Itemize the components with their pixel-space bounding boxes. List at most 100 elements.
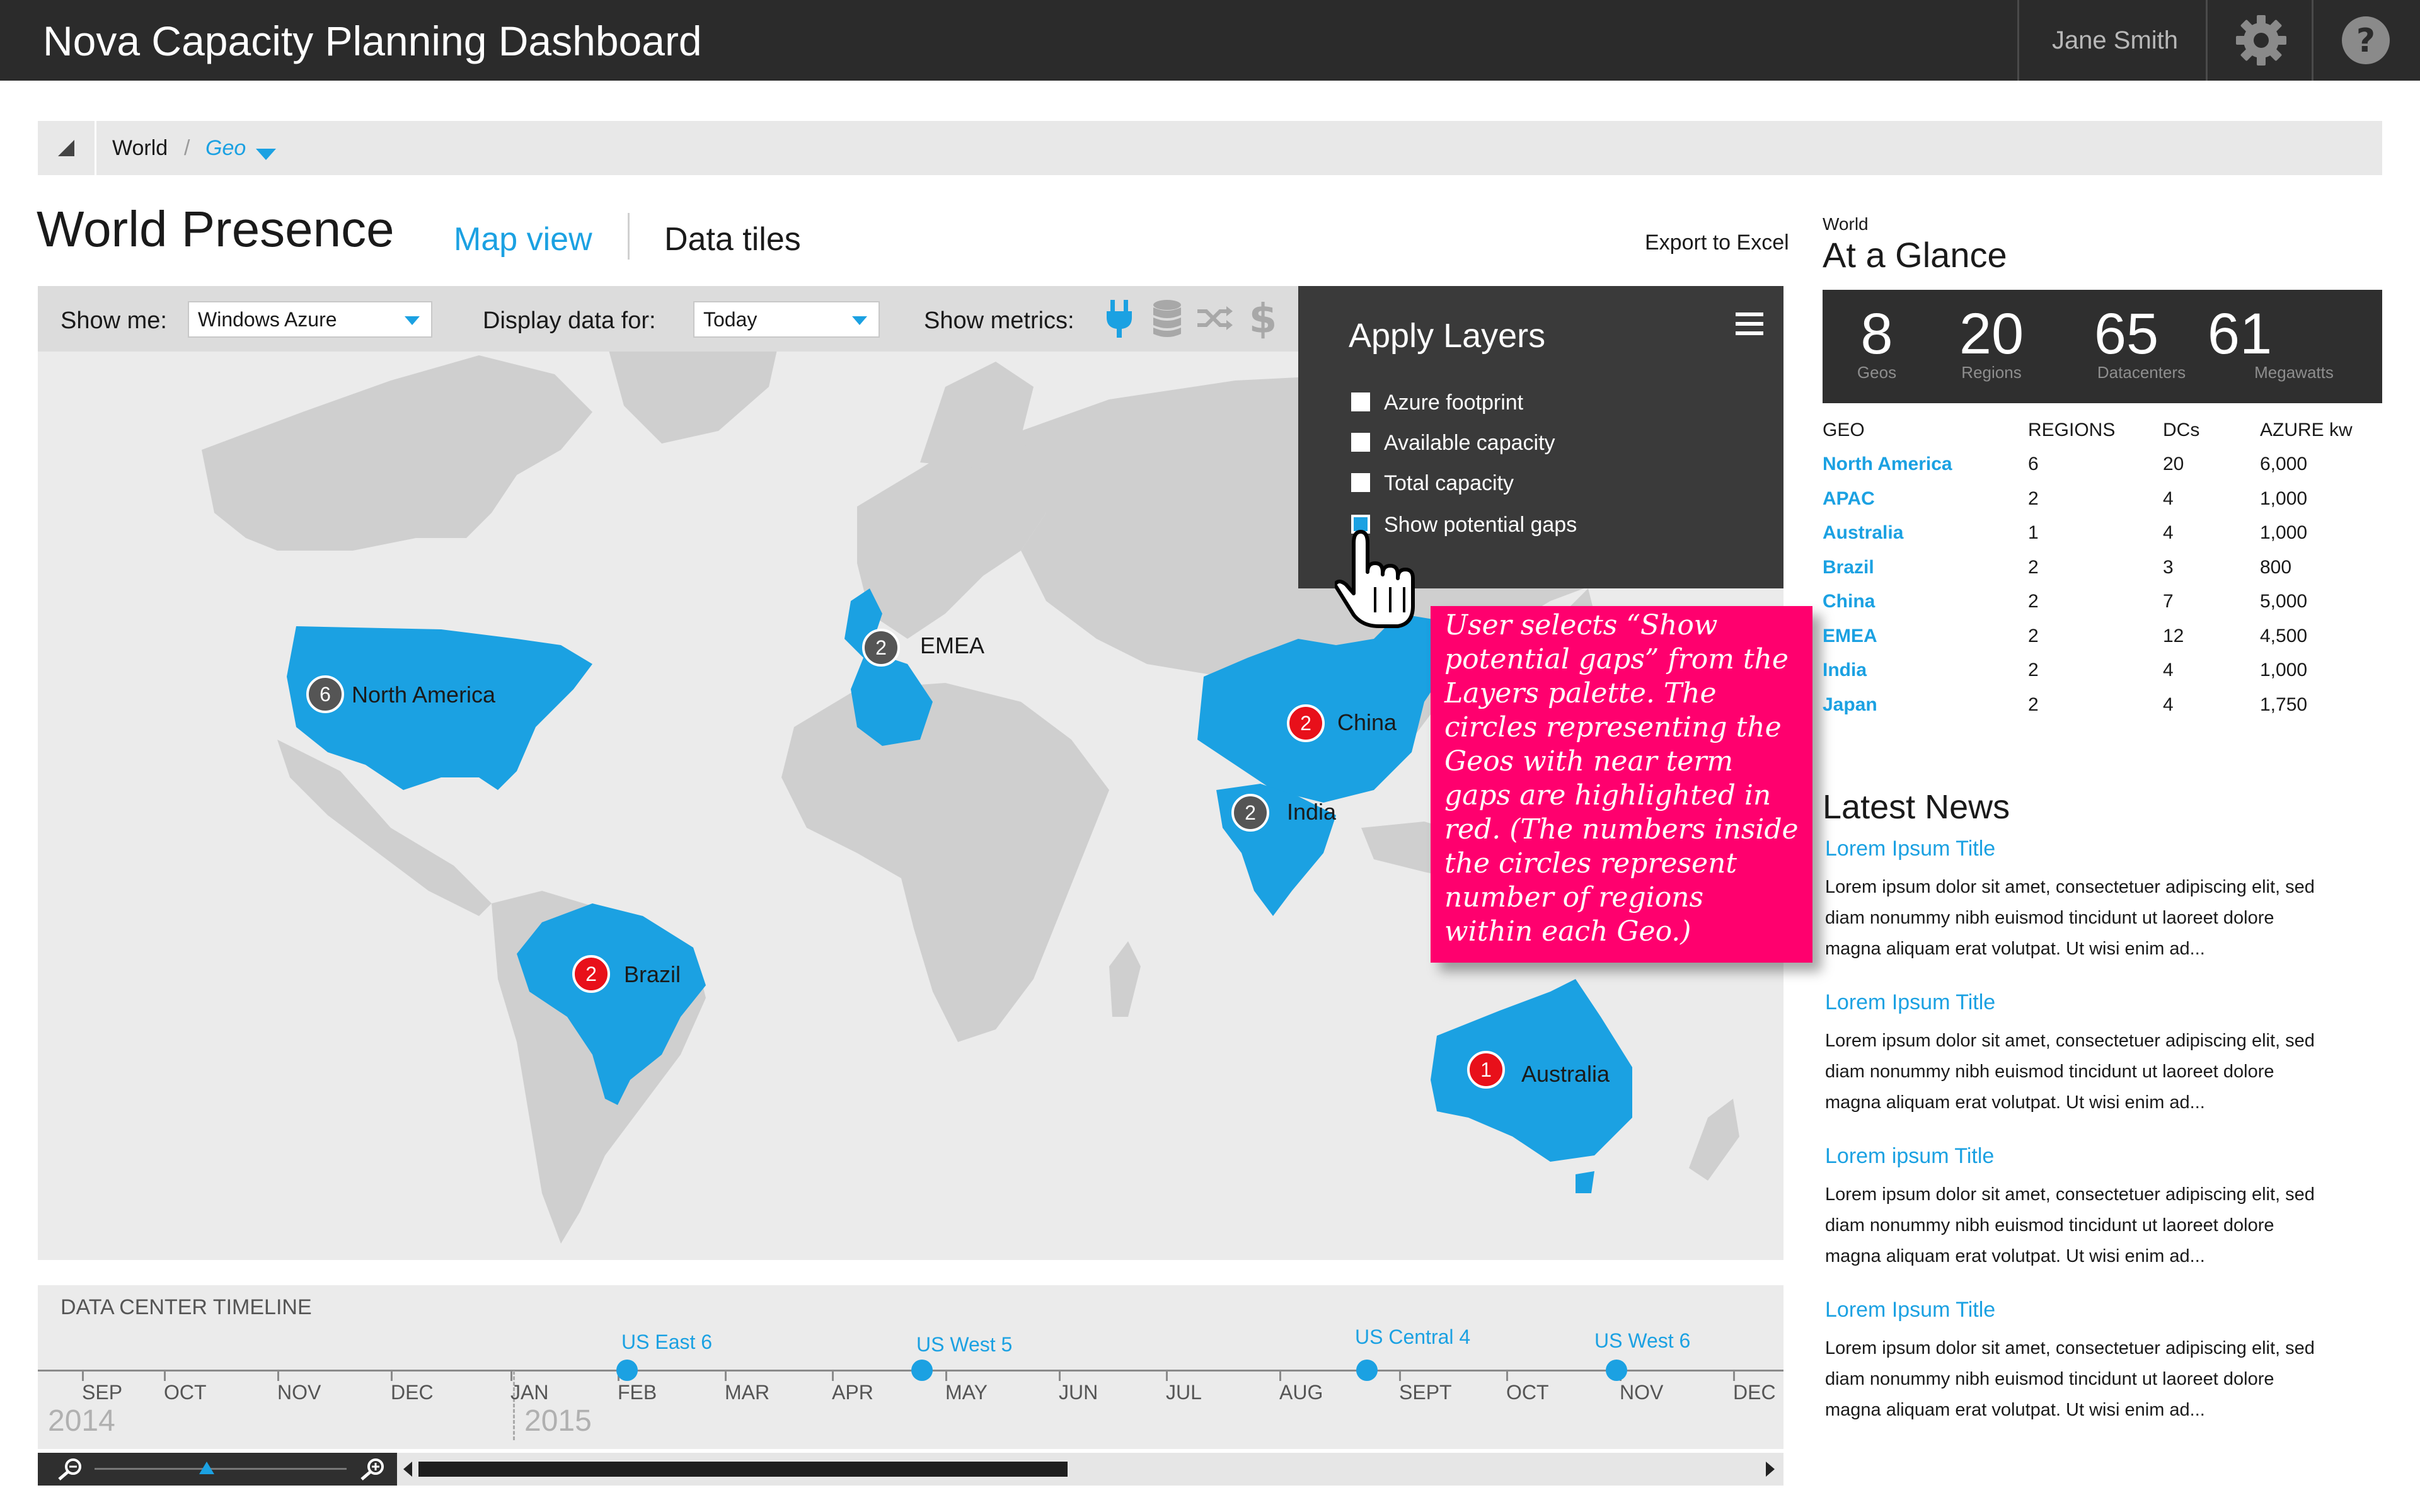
gear-icon[interactable] <box>2230 9 2293 72</box>
breadcrumb-geo[interactable]: Geo <box>205 136 246 161</box>
timeline-event-label[interactable]: US Central 4 <box>1355 1326 1470 1349</box>
table-cell: 5,000 <box>2260 591 2308 612</box>
geo-marker-north-america[interactable]: 6 <box>306 675 344 713</box>
app-title: Nova Capacity Planning Dashboard <box>43 18 702 64</box>
layers-title: Apply Layers <box>1349 317 1546 355</box>
table-geo-link[interactable]: India <box>1823 660 1867 681</box>
breadcrumb-world[interactable]: World <box>112 136 168 161</box>
table-cell: 6,000 <box>2260 454 2308 474</box>
show-me-select[interactable]: Windows Azure <box>188 301 432 338</box>
plug-icon[interactable] <box>1100 296 1138 340</box>
menu-icon[interactable] <box>1734 309 1765 339</box>
table-geo-link[interactable]: Japan <box>1823 694 1877 716</box>
table-geo-link[interactable]: Australia <box>1823 522 1903 544</box>
dollar-icon[interactable]: $ <box>1248 296 1286 343</box>
timeline-axis <box>38 1370 1783 1372</box>
chevron-down-icon[interactable] <box>256 149 276 160</box>
layer-available-capacity[interactable]: Available capacity <box>1351 428 1555 457</box>
table-cell: 2 <box>2028 488 2039 509</box>
scrollbar-thumb[interactable] <box>418 1462 1068 1477</box>
layer-label: Azure footprint <box>1384 391 1524 415</box>
tab-data-tiles[interactable]: Data tiles <box>664 220 801 258</box>
layer-azure-footprint[interactable]: Azure footprint <box>1351 388 1523 417</box>
table-geo-link[interactable]: Brazil <box>1823 557 1874 578</box>
timeline-tick <box>1059 1370 1061 1381</box>
timeline-event-label[interactable]: US West 6 <box>1594 1329 1690 1353</box>
timeline-month: JUL <box>1166 1381 1202 1404</box>
table-geo-link[interactable]: North America <box>1823 454 1952 475</box>
user-name[interactable]: Jane Smith <box>2020 0 2210 81</box>
timeline-tick <box>945 1370 947 1381</box>
timeline-event-dot[interactable] <box>1356 1360 1378 1381</box>
scroll-left-icon[interactable] <box>403 1462 412 1477</box>
table-geo-link[interactable]: EMEA <box>1823 626 1877 647</box>
timeline-month: JUN <box>1059 1381 1098 1404</box>
timeline-month: MAR <box>725 1381 770 1404</box>
timeline-month: SEP <box>82 1381 123 1404</box>
database-icon[interactable] <box>1148 296 1186 340</box>
geo-marker-china[interactable]: 2 <box>1287 704 1325 742</box>
geo-marker-india[interactable]: 2 <box>1231 794 1269 832</box>
show-me-value: Windows Azure <box>198 308 337 331</box>
display-data-select[interactable]: Today <box>693 301 880 338</box>
layer-label: Total capacity <box>1384 471 1514 495</box>
stat-geos-value: 8 <box>1860 302 1893 366</box>
table-cell: 2 <box>2028 660 2039 680</box>
news-title-link[interactable]: Lorem Ipsum Title <box>1825 990 1995 1015</box>
geo-marker-emea[interactable]: 2 <box>862 629 900 667</box>
timeline-month: NOV <box>1620 1381 1664 1404</box>
hand-cursor-icon <box>1333 524 1423 631</box>
help-icon[interactable]: ? <box>2334 9 2397 72</box>
zoom-slider-track[interactable] <box>95 1468 347 1470</box>
timeline-tick <box>1399 1370 1401 1381</box>
timeline-tick <box>1733 1370 1735 1381</box>
geo-marker-brazil[interactable]: 2 <box>572 955 610 993</box>
stat-regions-value: 20 <box>1959 302 2024 366</box>
news-title-link[interactable]: Lorem Ipsum Title <box>1825 837 1995 861</box>
timeline-event-label[interactable]: US West 5 <box>916 1333 1012 1356</box>
table-header-regions: REGIONS <box>2028 420 2116 440</box>
page-title: World Presence <box>37 201 395 257</box>
chevron-down-icon <box>852 316 867 325</box>
timeline-tick <box>164 1370 166 1381</box>
layer-checkbox[interactable] <box>1351 392 1370 412</box>
table-geo-link[interactable]: China <box>1823 591 1875 612</box>
geo-marker-australia[interactable]: 1 <box>1467 1051 1505 1089</box>
zoom-out-icon[interactable] <box>54 1457 86 1482</box>
stat-datacenters-value: 65 <box>2094 302 2159 366</box>
timeline-event-dot[interactable] <box>616 1360 638 1381</box>
tab-divider <box>628 213 630 260</box>
table-cell: 4 <box>2163 660 2174 680</box>
news-title-link[interactable]: Lorem ipsum Title <box>1825 1144 1994 1169</box>
timeline-month: FEB <box>618 1381 657 1404</box>
timeline-year: 2015 <box>524 1404 592 1438</box>
layer-checkbox[interactable] <box>1351 473 1370 493</box>
table-cell: 1,000 <box>2260 522 2308 543</box>
tab-map-view[interactable]: Map view <box>454 220 592 258</box>
scroll-right-icon[interactable] <box>1766 1462 1775 1477</box>
timeline-event-dot[interactable] <box>911 1360 933 1381</box>
zoom-in-icon[interactable] <box>357 1457 388 1482</box>
layer-total-capacity[interactable]: Total capacity <box>1351 469 1514 498</box>
news-body: Lorem ipsum dolor sit amet, consectetuer… <box>1825 1184 2315 1205</box>
table-geo-link[interactable]: APAC <box>1823 488 1875 510</box>
table-cell: 1,000 <box>2260 660 2308 680</box>
layer-checkbox[interactable] <box>1351 433 1370 452</box>
export-to-excel-link[interactable]: Export to Excel <box>1645 231 1789 255</box>
news-body: magna aliquam erat volutpat. Ut wisi eni… <box>1825 939 2205 959</box>
annotation-note: User selects “Show potential gaps” from … <box>1431 606 1812 963</box>
timeline-tick <box>277 1370 279 1381</box>
stat-megawatts-value: 61 <box>2207 302 2273 366</box>
breadcrumb-toggle[interactable] <box>38 121 96 175</box>
timeline-event-dot[interactable] <box>1606 1360 1627 1381</box>
zoom-slider-thumb[interactable] <box>199 1462 214 1474</box>
header-divider <box>2312 0 2313 81</box>
table-cell: 4 <box>2163 694 2174 715</box>
shuffle-icon[interactable] <box>1195 296 1233 340</box>
table-cell: 12 <box>2163 625 2184 646</box>
timeline-tick <box>1166 1370 1168 1381</box>
news-title-link[interactable]: Lorem Ipsum Title <box>1825 1298 1995 1322</box>
timeline-month: APR <box>832 1381 873 1404</box>
news-body: diam nonummy nibh euismod tincidunt ut l… <box>1825 908 2274 928</box>
timeline-event-label[interactable]: US East 6 <box>621 1331 712 1354</box>
